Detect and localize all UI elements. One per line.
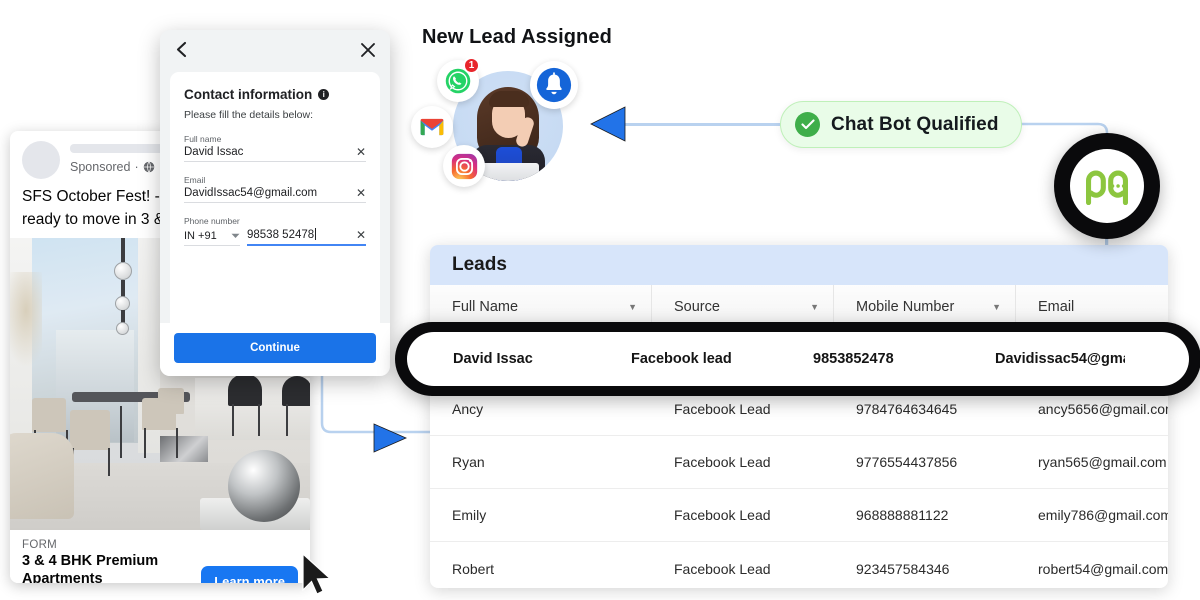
cell-source: Facebook Lead <box>674 454 771 470</box>
ad-footer: FORM 3 & 4 BHK Premium Apartments near P… <box>10 530 310 583</box>
cell-source: Facebook Lead <box>674 507 771 523</box>
country-code-select[interactable]: IN +91 <box>184 230 240 246</box>
cell-email: Davidissac54@gmail.com <box>995 351 1125 367</box>
leads-panel-header: Leads <box>430 245 1168 285</box>
cell-mobile: 923457584346 <box>856 560 950 577</box>
ad-sponsored-label: Sponsored <box>70 160 131 174</box>
cell-full-name: Robert <box>452 560 495 577</box>
check-icon <box>795 112 820 137</box>
chevron-down-icon[interactable]: ▼ <box>810 302 819 312</box>
ad-form-label: FORM <box>22 539 58 551</box>
cell-email: emily786@gmail.com <box>1038 507 1168 523</box>
bot-logo-icon <box>1054 133 1160 239</box>
gmail-icon[interactable] <box>411 106 453 148</box>
mouse-cursor-icon <box>302 552 332 595</box>
whatsapp-badge-count: 1 <box>463 57 480 74</box>
cell-full-name: David Issac <box>453 351 533 367</box>
table-row[interactable]: Emily Facebook Lead 968888881122 emily78… <box>430 489 1168 542</box>
chevron-down-icon[interactable]: ▼ <box>628 302 637 312</box>
table-row[interactable]: Robert Facebook Lead 923457584346 robert… <box>430 542 1168 588</box>
page-title: New Lead Assigned <box>422 26 612 48</box>
instagram-icon[interactable] <box>443 145 485 187</box>
table-row[interactable]: Ryan Facebook Lead 9776554437856 ryan565… <box>430 436 1168 489</box>
country-code-value: IN +91 <box>184 230 217 242</box>
ad-page-avatar <box>22 141 60 179</box>
cell-full-name: Ryan <box>452 454 485 470</box>
cell-mobile: 968888881122 <box>856 507 949 523</box>
connector-avatar-to-badge <box>620 123 780 126</box>
form-title: Contact information <box>184 87 313 102</box>
chevron-down-icon <box>231 233 240 238</box>
form-titlebar <box>160 30 390 69</box>
chat-bot-qualified-label: Chat Bot Qualified <box>831 113 999 135</box>
cell-source: Facebook lead <box>631 351 732 367</box>
email-label: Email <box>184 175 206 185</box>
info-icon[interactable]: i <box>318 89 330 100</box>
arrow-right-icon <box>373 423 407 453</box>
cell-mobile: 9853852478 <box>813 351 894 367</box>
email-field[interactable]: Email DavidIssac54@gmail.com ✕ <box>184 175 366 203</box>
lead-capture-form[interactable]: Contact information i Please fill the de… <box>160 30 390 376</box>
continue-button[interactable]: Continue <box>174 333 376 363</box>
bell-icon[interactable] <box>530 61 578 109</box>
full-name-input[interactable]: David Issac <box>184 146 352 158</box>
cell-full-name: Emily <box>452 507 487 523</box>
chevron-down-icon[interactable]: ▼ <box>992 302 1001 312</box>
form-body: Contact information i Please fill the de… <box>170 72 380 344</box>
leads-panel: Leads Full Name ▼ Source ▼ Mobile Number… <box>430 245 1168 588</box>
chat-bot-qualified-badge[interactable]: Chat Bot Qualified <box>780 101 1022 148</box>
cell-mobile: 9776554437856 <box>856 454 958 470</box>
chevron-left-icon[interactable] <box>174 41 189 58</box>
form-title-row: Contact information i <box>184 87 366 102</box>
screenshot-canvas: Sponsored · SFS October Fest! - Enjo rea… <box>0 0 1200 600</box>
cell-email: ancy5656@gmail.com <box>1038 401 1168 417</box>
ad-headline-line-1: 3 & 4 BHK Premium Apartments <box>22 553 159 583</box>
close-icon[interactable] <box>360 42 376 58</box>
cell-email: ryan565@gmail.com <box>1038 454 1167 470</box>
leads-panel-title: Leads <box>452 254 507 275</box>
clear-icon[interactable]: ✕ <box>352 146 366 158</box>
cell-mobile: 9784764634645 <box>856 401 958 417</box>
phone-number-field[interactable]: Phone number IN +91 98538 52478 ✕ <box>184 216 366 246</box>
form-submit-bar: Continue <box>160 323 390 376</box>
phone-number-label: Phone number <box>184 216 240 226</box>
arrow-left-icon <box>590 106 626 142</box>
cell-source: Facebook Lead <box>674 401 771 417</box>
email-input[interactable]: DavidIssac54@gmail.com <box>184 187 352 199</box>
globe-icon <box>143 161 154 173</box>
full-name-label: Full name <box>184 134 222 144</box>
bot-logo-glyph <box>1086 170 1128 205</box>
phone-number-input[interactable]: 98538 52478 <box>247 228 352 241</box>
clear-icon[interactable]: ✕ <box>352 229 366 241</box>
highlighted-lead-callout: David Issac Facebook lead 9853852478 Dav… <box>395 322 1200 396</box>
cell-full-name: Ancy <box>452 401 484 417</box>
cell-source: Facebook Lead <box>674 560 771 577</box>
learn-more-button[interactable]: Learn more <box>201 566 298 583</box>
full-name-field[interactable]: Full name David Issac ✕ <box>184 134 366 162</box>
form-subtitle: Please fill the details below: <box>184 109 313 121</box>
highlighted-table-row[interactable]: David Issac Facebook lead 9853852478 Dav… <box>407 332 1189 386</box>
clear-icon[interactable]: ✕ <box>352 187 366 199</box>
cell-email: robert54@gmail.com <box>1038 560 1168 577</box>
